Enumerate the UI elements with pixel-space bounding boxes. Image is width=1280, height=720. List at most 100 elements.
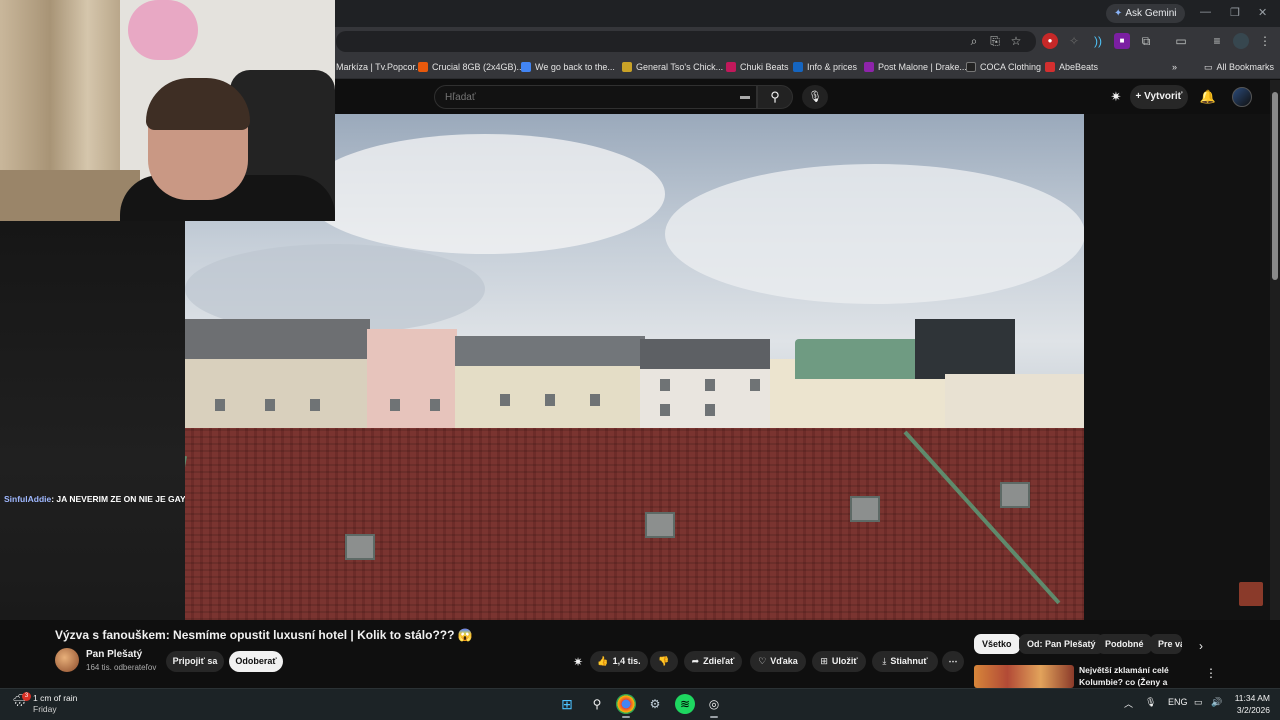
bookmark-favicon [521,62,531,72]
ask-gemini-button[interactable]: ✦ Ask Gemini [1106,4,1185,23]
mini-thumbnail[interactable] [1239,582,1263,606]
window [705,404,715,416]
scrollbar-thumb[interactable] [1272,92,1278,280]
chip-from-channel[interactable]: Od: Pan Plešatý [1019,634,1104,654]
obs-taskbar-icon[interactable]: ◎ [704,694,724,718]
account-avatar[interactable] [1232,87,1252,107]
cast-icon[interactable]: ▭ [1173,33,1189,49]
video-title: Výzva s fanouškem: Nesmíme opustit luxus… [55,628,473,642]
stream-side-panel [0,221,185,621]
profile-avatar-icon[interactable] [1233,33,1249,49]
bookmark-favicon [726,62,736,72]
window [500,394,510,406]
language-indicator[interactable]: ENG [1168,697,1188,707]
all-bookmarks-button[interactable]: ▭ All Bookmarks [1204,59,1274,75]
bookmark-item[interactable]: Crucial 8GB (2x4GB)... [418,59,524,75]
chat-username: SinfulAddie [4,494,52,504]
minimize-icon[interactable]: — [1200,6,1211,18]
bookmark-label: General Tso's Chick... [636,62,724,72]
notifications-bell-icon[interactable]: 🔔 [1199,88,1217,106]
chip-for-you[interactable]: Pre vás [1150,634,1182,654]
join-button[interactable]: Pripojiť sa [166,651,224,672]
chat-text: : JA NEVERIM ZE ON NIE JE GAY [51,494,186,504]
tray-overflow-icon[interactable]: ︿ [1124,697,1133,710]
channel-avatar[interactable] [55,648,79,672]
bookmark-item[interactable]: AbeBeats [1045,59,1098,75]
steam-taskbar-icon[interactable]: ⚙ [645,694,665,714]
chip-related[interactable]: Podobné [1097,634,1152,654]
clock-date[interactable]: 3/2/2026 [1232,705,1270,715]
bookmark-item[interactable]: Info & prices [793,59,857,75]
bookmark-item[interactable]: General Tso's Chick... [622,59,723,75]
bookmarks-overflow-icon[interactable]: » [1172,59,1177,75]
bookmark-item[interactable]: We go back to the... [521,59,615,75]
zoom-icon[interactable]: ⌕ [966,33,982,49]
green-roof [795,339,935,379]
chrome-taskbar-icon[interactable] [616,694,636,718]
share-button[interactable]: ➦ Zdieľať [684,651,742,672]
bookmark-item[interactable]: Markíza | Tv.Popcor... [336,59,423,75]
restore-icon[interactable]: ❐ [1230,6,1240,19]
bookmark-item[interactable]: COCA Clothing [966,59,1041,75]
keyboard-icon[interactable]: ▬ [736,88,754,106]
extension-icon[interactable]: )) [1090,33,1106,49]
recommendation-menu-icon[interactable]: ⋮ [1202,664,1220,682]
cloud [665,164,1084,304]
volume-icon[interactable]: 🔊 [1211,697,1222,708]
extensions-puzzle-icon[interactable]: ⧉ [1138,33,1154,49]
subscribe-button[interactable]: Odoberať [229,651,283,672]
recommended-thumbnail[interactable] [974,665,1074,688]
close-icon[interactable]: ✕ [1258,6,1267,19]
ask-spark-icon[interactable]: ✷ [569,653,587,671]
address-bar[interactable] [336,31,1036,52]
thanks-button[interactable]: ♡ Vďaka [750,651,806,672]
extension-icon[interactable]: ■ [1114,33,1130,49]
window [390,399,400,411]
window [705,379,715,391]
chevron-right-icon[interactable]: › [1192,637,1210,655]
bookmark-item[interactable]: Post Malone | Drake... [864,59,967,75]
save-button[interactable]: ⊞ Uložiť [812,651,866,672]
media-control-icon[interactable]: ≡ [1209,33,1225,49]
bookmark-item[interactable]: Chuki Beats [726,59,789,75]
desktop-screen: ✦ Ask Gemini — ❐ ✕ ⌕ ⎘ ☆ ● ✧ )) ■ ⧉ ▭ ≡ ⋮… [0,0,1280,720]
roof-dormer [850,496,880,522]
bookmark-favicon [418,62,428,72]
bookmark-label: Info & prices [807,62,858,72]
like-button[interactable]: 👍 1,4 tis. [590,651,648,672]
chip-all[interactable]: Všetko [974,634,1020,654]
extension-icon[interactable]: ● [1042,33,1058,49]
browser-menu-icon[interactable]: ⋮ [1257,33,1273,49]
tray-mic-icon[interactable]: 🎙 [1145,697,1156,708]
taskbar-search-icon[interactable]: ⚲ [587,694,607,714]
search-button[interactable]: ⚲ [757,85,793,109]
channel-name[interactable]: Pan Plešatý [86,649,142,660]
weather-text[interactable]: 1 cm of rain [33,693,77,703]
bookmark-label: Post Malone | Drake... [878,62,967,72]
thanks-label: Vďaka [770,656,798,666]
create-button[interactable]: + Vytvoriť [1130,85,1188,109]
spotify-taskbar-icon[interactable]: ≋ [675,694,695,714]
building-roof [455,336,645,366]
microphone-icon: 🎙 [808,91,822,103]
voice-search-button[interactable]: 🎙 [802,85,828,109]
download-button[interactable]: ⤓ Stiahnuť [872,651,938,672]
gemini-spark-icon[interactable]: ✷ [1107,88,1125,106]
taskbar [0,688,1280,720]
modern-building [915,319,1015,379]
desk [0,170,140,221]
thumbs-down-icon: 👎 [658,656,670,666]
search-input[interactable] [434,85,757,109]
install-app-icon[interactable]: ⎘ [987,33,1003,49]
start-menu-icon[interactable]: ⊞ [557,694,577,714]
bookmark-favicon [966,62,976,72]
bookmark-label: Markíza | Tv.Popcor... [336,62,423,72]
network-icon[interactable]: ▭ [1194,697,1203,708]
window [750,379,760,391]
more-actions-button[interactable]: ⋯ [942,651,964,672]
dislike-button[interactable]: 👎 [650,651,678,672]
clock-time[interactable]: 11:34 AM [1232,693,1270,703]
extension-icon[interactable]: ✧ [1066,33,1082,49]
bookmark-star-icon[interactable]: ☆ [1008,33,1024,49]
subscriber-count: 164 tis. odberateľov [86,663,157,672]
